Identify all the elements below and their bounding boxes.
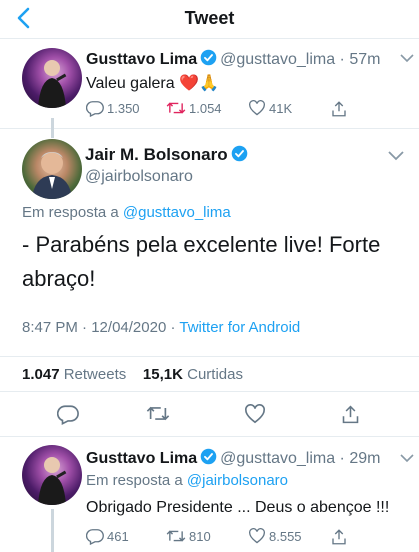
likes-stat[interactable]: 15,1K Curtidas: [143, 366, 243, 383]
tweet-text: Valeu galera: [86, 75, 175, 92]
chevron-down-icon[interactable]: [388, 150, 404, 162]
action-row: 1.350 1.054 41K: [86, 100, 386, 120]
author-name-line: Jair M. Bolsonaro: [85, 145, 251, 165]
top-bar: Tweet: [0, 0, 419, 39]
tweet-emoji: ❤️🙏: [179, 75, 219, 92]
verified-badge-icon: [200, 448, 217, 465]
thread-connector: [51, 118, 54, 138]
author-name[interactable]: Jair M. Bolsonaro: [85, 145, 228, 164]
reply-context: Em resposta a @jairbolsonaro: [86, 472, 288, 489]
reply-action[interactable]: 461: [86, 528, 129, 545]
reply-handle-link[interactable]: @gusttavo_lima: [123, 204, 231, 221]
share-icon: [332, 529, 346, 545]
author-line: Gusttavo Lima @gusttavo_lima · 29m: [86, 448, 380, 468]
verified-badge-icon: [200, 49, 217, 66]
reply-icon: [86, 101, 104, 117]
retweets-stat[interactable]: 1.047 Retweets: [22, 366, 126, 383]
reply-icon: [86, 529, 104, 545]
like-count: 41K: [269, 100, 293, 116]
parent-tweet[interactable]: Gusttavo Lima @gusttavo_lima · 57m Valeu …: [0, 39, 419, 129]
tweet-date: 12/04/2020: [91, 319, 167, 336]
chevron-down-icon[interactable]: [400, 53, 414, 63]
reply-tweet[interactable]: Gusttavo Lima @gusttavo_lima · 29m Em res…: [0, 437, 419, 552]
like-action[interactable]: 41K: [248, 100, 292, 116]
stats-line: 1.047 Retweets 15,1K Curtidas: [22, 366, 243, 383]
page-title: Tweet: [184, 8, 235, 28]
tweet-time: 57m: [349, 51, 381, 68]
avatar[interactable]: [22, 139, 82, 199]
author-name[interactable]: Gusttavo Lima: [86, 450, 197, 467]
author-name[interactable]: Gusttavo Lima: [86, 51, 197, 68]
share-action[interactable]: [330, 100, 348, 118]
reply-count: 461: [107, 529, 129, 544]
meta-separator: ·: [166, 319, 180, 336]
tweet-meta: 8:47 PM · 12/04/2020 · Twitter for Andro…: [22, 319, 300, 336]
tweet-text: - Parabéns pela excelente live! Forte ab…: [22, 232, 381, 291]
author-handle[interactable]: @gusttavo_lima: [220, 450, 335, 467]
thread-connector: [51, 509, 54, 552]
author-handle[interactable]: @gusttavo_lima: [220, 51, 335, 68]
retweet-icon: [166, 530, 186, 542]
like-label: Curtidas: [187, 366, 243, 383]
tweet-source-link[interactable]: Twitter for Android: [179, 319, 300, 336]
like-action[interactable]: 8.555: [248, 528, 302, 544]
avatar-photo-icon: [32, 152, 72, 199]
retweet-icon[interactable]: [146, 404, 170, 423]
author-handle[interactable]: @jairbolsonaro: [85, 168, 193, 186]
reply-prefix: Em resposta a: [86, 472, 183, 489]
engagement-stats: 1.047 Retweets 15,1K Curtidas: [0, 356, 419, 392]
tweet-time: 8:47 PM: [22, 319, 78, 336]
share-icon: [332, 101, 346, 117]
avatar-photo-icon: [38, 60, 67, 108]
heart-icon: [249, 100, 265, 116]
action-row: 461 810 8.555: [86, 528, 386, 548]
retweet-action[interactable]: 1.054: [166, 100, 222, 116]
share-action[interactable]: [330, 528, 348, 546]
retweet-icon: [166, 102, 186, 114]
reply-handle-link[interactable]: @jairbolsonaro: [187, 472, 288, 489]
time-separator: ·: [335, 51, 350, 68]
verified-badge-icon: [231, 145, 247, 162]
avatar-photo-icon: [38, 457, 67, 505]
like-count: 15,1K: [142, 366, 183, 383]
tweet-time: 29m: [349, 450, 381, 467]
reply-icon[interactable]: [57, 404, 79, 425]
reply-count: 1.350: [107, 101, 140, 116]
main-action-bar: [0, 391, 419, 437]
heart-icon: [249, 528, 265, 544]
retweet-count: 1.054: [189, 100, 222, 116]
chevron-down-icon[interactable]: [400, 453, 414, 463]
author-line: Gusttavo Lima @gusttavo_lima · 57m: [86, 49, 380, 69]
avatar[interactable]: [22, 445, 82, 505]
share-icon[interactable]: [340, 404, 361, 425]
time-separator: ·: [335, 450, 350, 467]
retweet-count: 810: [189, 528, 211, 544]
tweet-text-line: Valeu galera ❤️🙏: [86, 73, 219, 93]
tweet-text: Obrigado Presidente ... Deus o abençoe !…: [86, 499, 390, 516]
reply-prefix: Em resposta a: [22, 204, 119, 221]
retweet-action[interactable]: 810: [166, 528, 211, 544]
reply-context: Em resposta a @gusttavo_lima: [22, 204, 231, 221]
retweet-label: Retweets: [63, 366, 127, 383]
avatar[interactable]: [22, 48, 82, 108]
like-count: 8.555: [269, 528, 302, 544]
reply-action[interactable]: 1.350: [86, 100, 140, 117]
heart-icon[interactable]: [244, 404, 266, 424]
retweet-count: 1.047: [22, 366, 60, 383]
meta-separator: ·: [77, 319, 92, 336]
